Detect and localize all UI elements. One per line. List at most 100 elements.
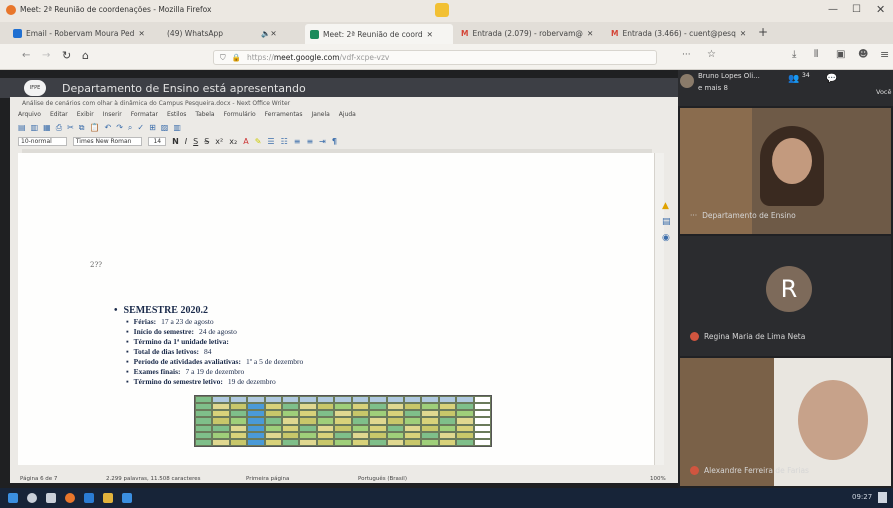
mic-off-icon [690,466,699,475]
library-icon[interactable]: ⫴ [814,49,818,60]
video-tile-regina[interactable]: R Regina Maria de Lima Neta [680,236,891,356]
open-icon[interactable]: ▥ [31,123,39,132]
properties-icon[interactable]: ▲ [662,201,669,211]
copy-icon[interactable]: ⧉ [79,123,85,133]
highlight-icon[interactable]: ✎ [255,137,262,146]
cut-icon[interactable]: ✂ [67,123,74,132]
font-name-box[interactable]: Times New Roman [72,137,143,146]
chart-icon[interactable]: ▥ [173,123,181,132]
calendar-cell [316,438,335,446]
new-tab-icon[interactable]: + [758,25,768,39]
menu-item[interactable]: Estilos [167,111,186,118]
italic-icon[interactable]: I [185,137,187,146]
calendar-cell [282,410,300,418]
align-left-icon[interactable]: ≡ [294,137,301,146]
calendar-cell [264,431,283,439]
close-icon[interactable]: ✕ [427,30,433,39]
paragraph-mark-icon[interactable]: ¶ [332,137,337,146]
bold-icon[interactable]: N [172,137,179,146]
bullets-icon[interactable]: ☰ [267,137,274,146]
calendar-cell [212,431,230,439]
account-icon[interactable]: ☻ [858,49,868,60]
notifications-icon[interactable] [878,492,887,503]
paragraph-style-box[interactable]: 10-normal [18,137,67,146]
forward-icon[interactable]: → [42,50,50,61]
video-tile-departamento[interactable]: ··· Departamento de Ensino [680,108,891,234]
explorer-icon[interactable] [103,493,113,503]
paste-icon[interactable]: 📋 [90,123,100,132]
spellcheck-icon[interactable]: ✓ [137,123,144,132]
calendar-cell [351,410,370,418]
menu-item[interactable]: Arquivo [18,111,41,118]
self-label: Você [876,88,892,96]
calendar-cell [473,431,491,439]
indent-icon[interactable]: ⇥ [319,137,326,146]
reload-icon[interactable]: ↻ [62,49,71,62]
menu-item[interactable]: Tabela [195,111,214,118]
menu-item[interactable]: Exibir [77,111,94,118]
menu-item[interactable]: Formatar [131,111,158,118]
firefox-icon[interactable] [65,493,75,503]
chat-icon[interactable]: 💬 [826,74,837,84]
calendar-cell [438,410,457,418]
menu-item[interactable]: Janela [312,111,330,118]
underline-icon[interactable]: S [193,137,198,146]
start-icon[interactable] [8,493,18,503]
tab-meet[interactable]: Meet: 2ª Reunião de coord ✕ [305,24,453,44]
store-icon[interactable] [122,493,132,503]
minimize-icon[interactable]: — [828,4,838,15]
home-icon[interactable]: ⌂ [82,49,89,62]
print-icon[interactable]: ⎙ [56,123,62,133]
menu-item[interactable]: Editar [50,111,68,118]
close-icon[interactable]: ✕ [740,29,746,38]
close-icon[interactable]: ✕ [138,29,144,38]
tab-email[interactable]: Email - Robervam Moura Ped ✕ [8,25,156,42]
menu-item[interactable]: Ajuda [339,111,356,118]
people-icon[interactable]: 👥 [788,74,799,84]
find-icon[interactable]: ⌕ [128,123,132,133]
bookmark-star-icon[interactable]: ☆ [707,49,716,60]
new-document-icon[interactable]: ▤ [18,123,26,132]
sidebar-icon[interactable]: ▣ [836,49,845,60]
mute-icon[interactable]: 🔈✕ [261,29,276,38]
maximize-icon[interactable]: ☐ [852,4,861,15]
video-tile-alexandre[interactable]: Alexandre Ferreira de Farias [680,358,891,486]
table-icon[interactable]: ⊞ [149,123,156,132]
download-icon[interactable]: ⤓ [792,49,796,60]
page-actions-icon[interactable]: ··· [682,50,691,60]
numbering-icon[interactable]: ☷ [281,137,288,146]
word-icon[interactable] [84,493,94,503]
writer-toolbar-format: 10-normal Times New Roman 14 N I S S̶ x²… [10,135,678,148]
writer-toolbar-standard: ▤ ▥ ▦ ⎙ ✂ ⧉ 📋 ↶ ↷ ⌕ ✓ ⊞ ▨ ▥ [10,121,678,134]
superscript-icon[interactable]: x² [215,137,223,146]
document-page[interactable]: 2?? • SEMESTRE 2020.2 ▪ Férias: 17 a 23 de… [18,153,654,465]
subscript-icon[interactable]: x₂ [229,137,237,146]
close-icon[interactable]: ✕ [876,3,885,16]
strikethrough-icon[interactable]: S̶ [204,137,209,146]
align-center-icon[interactable]: ≡ [306,137,313,146]
search-icon[interactable] [27,493,37,503]
task-view-icon[interactable] [46,493,56,503]
menu-icon[interactable]: ≡ [880,48,889,61]
menu-item[interactable]: Inserir [103,111,122,118]
save-icon[interactable]: ▦ [43,123,51,132]
more-icon[interactable]: ··· [690,211,697,220]
list-item: ▪ Término do semestre letivo: 19 de dezemb… [126,377,276,386]
styles-icon[interactable]: ▤ [662,217,671,227]
navigator-icon[interactable]: ◉ [662,233,670,243]
calendar-cell [195,431,213,439]
tab-whatsapp[interactable]: (49) WhatsApp 🔈✕ [158,25,276,42]
menu-item[interactable]: Ferramentas [265,111,303,118]
undo-icon[interactable]: ↶ [104,123,111,132]
font-size-box[interactable]: 14 [148,137,167,146]
tab-gmail-1[interactable]: M Entrada (2.079) - robervam@ ✕ [456,25,604,42]
tab-gmail-2[interactable]: M Entrada (3.466) - cuent@pesq ✕ [606,25,752,42]
image-icon[interactable]: ▨ [161,123,169,132]
font-color-icon[interactable]: A [243,137,248,146]
url-bar[interactable]: ⛉ 🔒 https:// meet.google.com /vdf-xcpe-v… [213,50,657,65]
calendar-cell [369,438,387,446]
redo-icon[interactable]: ↷ [116,123,123,132]
close-icon[interactable]: ✕ [587,29,593,38]
menu-item[interactable]: Formulário [224,111,256,118]
back-icon[interactable]: ← [22,50,30,61]
